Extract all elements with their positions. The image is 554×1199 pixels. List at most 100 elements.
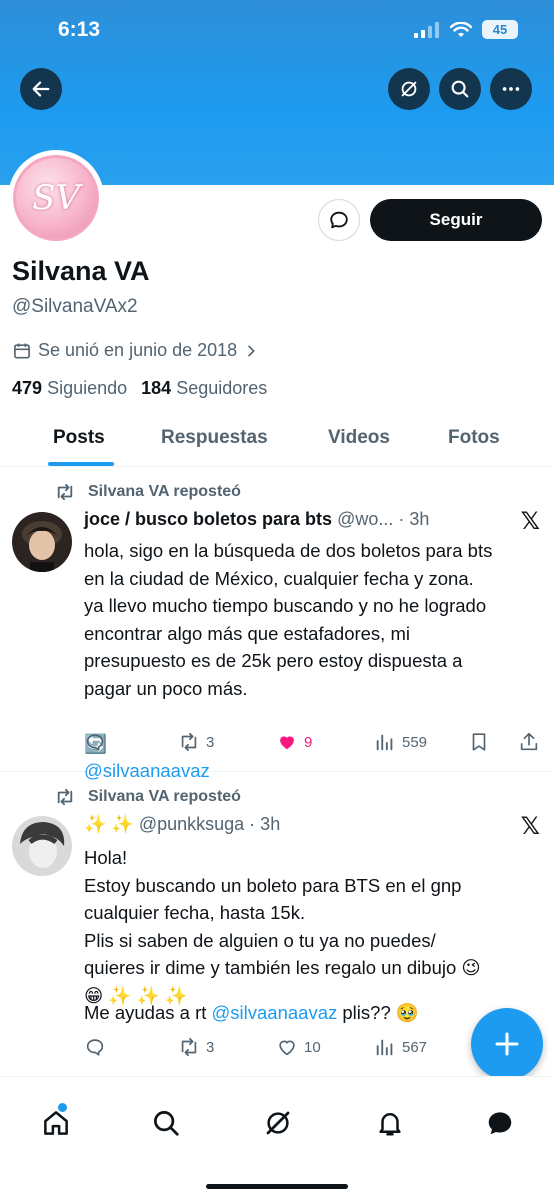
post-header: joce / busco boletos para bts @wo... · 3…	[84, 509, 429, 530]
bottom-navigation	[0, 1076, 554, 1199]
tab-posts[interactable]: Posts	[53, 427, 105, 449]
nav-grok[interactable]	[262, 1107, 294, 1139]
post[interactable]: Silvana VA reposteó ✨ ✨ @punkksuga · 3h …	[0, 772, 554, 1077]
signal-icon	[414, 21, 439, 38]
message-button[interactable]	[318, 199, 360, 241]
repost-icon	[57, 788, 73, 806]
joined-date[interactable]: Se unió en junio de 2018	[12, 340, 259, 361]
reply-button[interactable]	[84, 731, 106, 753]
avatar-image: SV	[13, 155, 99, 241]
x-logo-icon: 𝕏	[520, 508, 540, 535]
tab-videos[interactable]: Videos	[328, 427, 390, 449]
profile-handle: @SilvanaVAx2	[12, 296, 138, 317]
post-header: ✨ ✨ @punkksuga · 3h	[84, 814, 280, 835]
profile-name: Silvana VA	[12, 256, 150, 286]
heart-icon	[279, 1040, 295, 1056]
grok-icon	[266, 1111, 290, 1135]
nav-notifications[interactable]	[374, 1107, 406, 1139]
chat-icon	[488, 1112, 512, 1135]
chevron-right-icon	[248, 345, 256, 356]
calendar-icon	[14, 343, 30, 358]
joined-text: Se unió en junio de 2018	[38, 340, 238, 360]
repost-label: Silvana VA reposteó	[88, 483, 241, 500]
wifi-icon	[450, 21, 472, 37]
search-icon	[451, 80, 469, 98]
mention-link[interactable]: @silvaanaavaz	[212, 1002, 338, 1023]
author-photo	[12, 816, 72, 876]
active-tab-indicator	[48, 462, 114, 466]
bookmark-icon	[472, 733, 486, 751]
nav-home[interactable]	[40, 1107, 72, 1139]
post-author-name[interactable]: ✨ ✨	[84, 814, 134, 834]
home-indicator	[206, 1184, 348, 1189]
like-count: 9	[304, 733, 313, 751]
repost-context: Silvana VA reposteó	[54, 483, 241, 501]
status-time: 6:13	[58, 18, 101, 41]
post[interactable]: Silvana VA reposteó joce / busco boletos…	[0, 467, 554, 781]
repost-count: 3	[206, 733, 215, 751]
following-count: 479	[12, 378, 43, 398]
repost-count: 3	[206, 1038, 215, 1056]
following-link[interactable]: 479 Siguiendo	[12, 378, 127, 399]
repost-icon	[57, 483, 73, 501]
post-meta: @punkksuga · 3h	[138, 814, 281, 834]
profile-avatar[interactable]: SV	[8, 150, 104, 246]
compose-button[interactable]	[471, 1008, 543, 1080]
repost-button[interactable]: 3	[178, 731, 214, 753]
like-count: 10	[304, 1038, 321, 1056]
followers-link[interactable]: 184 Seguidores	[141, 378, 267, 399]
author-photo	[12, 512, 72, 572]
nav-messages[interactable]	[484, 1107, 516, 1139]
avatar-logo-text: SV	[32, 178, 80, 218]
repost-label: Silvana VA reposteó	[88, 788, 241, 805]
reply-button[interactable]	[84, 1036, 106, 1058]
more-icon	[502, 87, 520, 91]
more-button[interactable]	[490, 68, 532, 110]
view-count: 567	[402, 1038, 428, 1056]
status-bar: 6:13 45	[0, 0, 554, 62]
profile-stats: 479 Siguiendo 184 Seguidores	[12, 378, 267, 399]
last-line-suffix: plis?? 🥹	[337, 1002, 419, 1023]
views-icon	[376, 734, 393, 751]
grok-button[interactable]	[388, 68, 430, 110]
repost-button[interactable]: 3	[178, 1036, 214, 1058]
post-author-avatar[interactable]	[12, 512, 72, 572]
bell-icon	[379, 1113, 401, 1136]
view-count: 559	[402, 733, 428, 751]
home-icon	[44, 1111, 68, 1135]
views-icon	[376, 1039, 393, 1056]
search-button[interactable]	[439, 68, 481, 110]
plus-icon	[495, 1032, 519, 1056]
reply-icon	[86, 734, 104, 751]
heart-icon	[280, 736, 294, 750]
share-button[interactable]	[518, 731, 540, 753]
views-button[interactable]: 567	[374, 1036, 427, 1058]
status-icons: 45	[414, 20, 518, 39]
tab-respuestas[interactable]: Respuestas	[161, 427, 268, 449]
follow-button[interactable]: Seguir	[370, 199, 542, 241]
post-text: Hola! Estoy buscando un boleto para BTS …	[84, 847, 481, 1006]
reply-icon	[86, 1039, 104, 1056]
post-text: hola, sigo en la búsqueda de dos boletos…	[84, 540, 493, 699]
post-author-name[interactable]: joce / busco boletos para bts	[84, 509, 332, 529]
last-line-prefix: Me ayudas a rt	[84, 1002, 212, 1023]
post-author-avatar[interactable]	[12, 816, 72, 876]
bookmark-button[interactable]	[468, 731, 490, 753]
search-icon	[154, 1111, 179, 1136]
followers-count: 184	[141, 378, 172, 398]
tab-fotos[interactable]: Fotos	[448, 427, 500, 449]
like-button[interactable]: 9	[276, 731, 312, 753]
repost-icon	[181, 732, 197, 752]
following-label: Siguiendo	[47, 378, 128, 398]
profile-tabs: Posts Respuestas Videos Fotos	[0, 415, 554, 467]
post-actions: 3 9 559	[84, 731, 544, 757]
views-button[interactable]: 559	[374, 731, 427, 753]
repost-context: Silvana VA reposteó	[54, 788, 241, 806]
nav-search[interactable]	[150, 1107, 182, 1139]
back-button[interactable]	[20, 68, 62, 110]
share-icon	[520, 732, 538, 751]
post-last-line: Me ayudas a rt @silvaanaavaz plis?? 🥹	[84, 999, 544, 1027]
like-button[interactable]: 10	[276, 1036, 321, 1058]
x-logo-icon: 𝕏	[520, 813, 540, 840]
followers-label: Seguidores	[176, 378, 268, 398]
